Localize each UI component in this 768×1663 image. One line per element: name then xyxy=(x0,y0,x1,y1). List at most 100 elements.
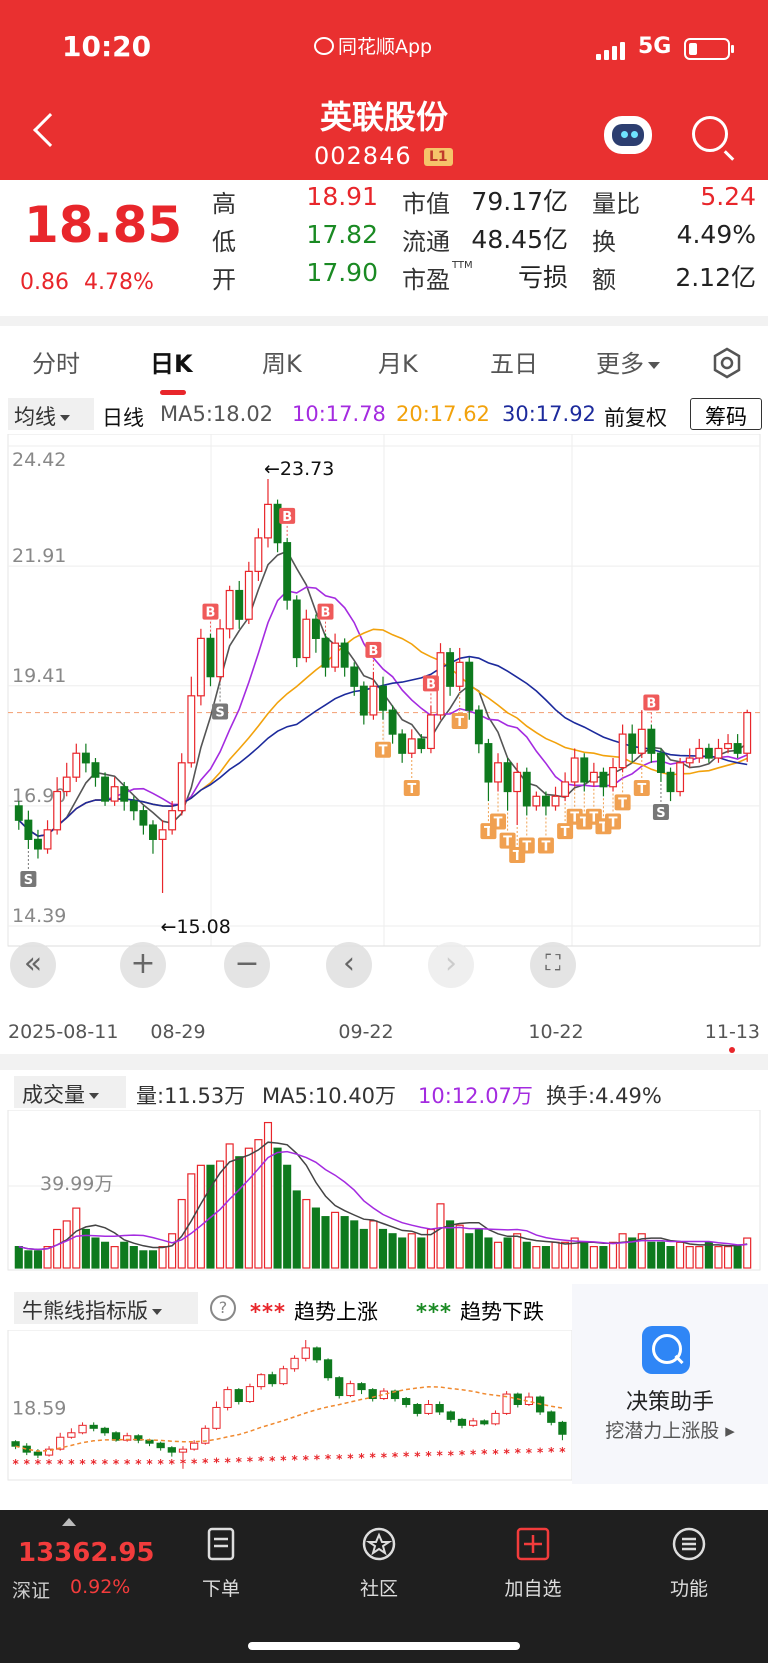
bull-bear-selector[interactable]: 牛熊线指标版 xyxy=(14,1292,198,1324)
bull-candle xyxy=(535,1395,545,1415)
signal-label: T xyxy=(379,744,388,759)
volume-y-tick: 39.99万 xyxy=(40,1173,113,1195)
volume-bar xyxy=(244,1147,253,1269)
volume-selector[interactable]: 成交量 xyxy=(14,1076,126,1108)
candle-body xyxy=(206,637,215,678)
candle xyxy=(474,705,483,754)
bull-candle xyxy=(134,1434,143,1444)
signal-label: T xyxy=(637,782,646,797)
trend-up-dot: * xyxy=(35,1457,42,1471)
candle xyxy=(340,638,349,677)
candlestick-chart[interactable]: 24.4221.9119.4116.9014.39SBSBBBTTBTTTTTT… xyxy=(0,434,768,1070)
zoom-out-icon[interactable]: − xyxy=(224,942,270,988)
trend-up-dot: * xyxy=(392,1450,399,1464)
tab-five-day[interactable]: 五日 xyxy=(490,344,538,379)
candle xyxy=(455,647,464,692)
amount-label: 额 xyxy=(592,266,616,294)
volume-bar xyxy=(292,1190,301,1269)
index-value[interactable]: 13362.95 xyxy=(18,1538,155,1568)
float-label: 流通 xyxy=(402,228,450,256)
candle xyxy=(589,762,598,787)
candle-body xyxy=(177,762,186,812)
bull-bear-chart[interactable]: 18.59 * * * * * * * * * * * * * * * * * * * * * * * * * * * * * * * * * * *… xyxy=(0,1330,572,1484)
hexagon-settings-icon[interactable] xyxy=(710,346,744,380)
fullscreen-icon[interactable]: ⛶ xyxy=(530,942,576,988)
decision-helper-card[interactable]: 决策助手 挖潜力上涨股 ▸ xyxy=(572,1284,768,1484)
nav-order[interactable]: 下单 xyxy=(176,1526,266,1601)
help-icon[interactable]: ? xyxy=(210,1295,236,1321)
bull-candle xyxy=(256,1373,266,1390)
nav-order-label: 下单 xyxy=(201,1578,240,1600)
candle-body xyxy=(599,771,608,788)
tab-daily-k[interactable]: 日K xyxy=(150,344,193,379)
bull-candle xyxy=(156,1441,165,1451)
tab-monthly-k[interactable]: 月K xyxy=(378,344,418,379)
x-tick-label: 08-29 xyxy=(150,1021,205,1043)
nav-add-watchlist[interactable]: 加自选 xyxy=(488,1526,578,1601)
candle-body xyxy=(369,685,378,716)
bull-candle xyxy=(167,1446,176,1457)
ai-assistant-robot-icon[interactable] xyxy=(604,116,652,154)
volume-bar xyxy=(685,1246,694,1269)
bull-candle xyxy=(435,1401,444,1415)
trend-up-dot: * xyxy=(158,1457,165,1471)
price-change-pct: 4.78% xyxy=(84,270,154,295)
candle-body xyxy=(168,810,177,831)
search-icon[interactable] xyxy=(692,116,728,152)
volume-bar xyxy=(196,1164,205,1269)
nav-functions[interactable]: 功能 xyxy=(644,1526,734,1601)
signal-icon xyxy=(596,40,625,60)
indicator-selector[interactable]: 均线 xyxy=(8,398,94,430)
expand-up-icon[interactable] xyxy=(62,1518,76,1526)
bull-candle-body xyxy=(290,1357,299,1370)
volume-bar xyxy=(580,1241,589,1269)
scroll-left-icon[interactable]: ‹ xyxy=(326,942,372,988)
candle xyxy=(494,753,502,792)
candle xyxy=(695,738,704,763)
candle xyxy=(637,710,646,759)
bull-candle-body xyxy=(469,1420,478,1426)
mcap-label: 市值 xyxy=(402,190,450,218)
indicator-selector-label: 均线 xyxy=(14,405,56,429)
volume-bar xyxy=(656,1241,665,1269)
volume-bar xyxy=(493,1241,503,1269)
today-marker xyxy=(729,1047,735,1053)
candle-body xyxy=(676,762,685,793)
volume-bar xyxy=(350,1220,359,1269)
bull-candle-body xyxy=(346,1383,355,1397)
volume-bar xyxy=(465,1233,474,1269)
bull-candle xyxy=(123,1432,132,1442)
adjust-mode[interactable]: 前复权 xyxy=(604,402,667,432)
volume-ma10: 10:12.07万 xyxy=(418,1084,533,1108)
candle xyxy=(446,647,455,696)
tab-more[interactable]: 更多 xyxy=(596,344,660,379)
chevron-down-icon xyxy=(648,361,660,369)
volume-chart[interactable]: 39.99万 xyxy=(0,1110,768,1274)
scroll-right-icon[interactable]: › xyxy=(428,942,474,988)
bull-candle xyxy=(335,1376,344,1399)
volume-bar xyxy=(618,1233,627,1269)
app-logo-icon xyxy=(314,36,334,55)
candle xyxy=(676,758,685,797)
signal-label: B xyxy=(206,606,216,621)
candle-body xyxy=(522,771,531,807)
collapse-left-icon[interactable]: « xyxy=(10,942,56,988)
volume-bar xyxy=(33,1250,43,1269)
candle-body xyxy=(72,752,81,778)
period-tabs: 分时 日K 周K 月K 五日 更多 xyxy=(0,326,768,396)
red-dots-icon: *** xyxy=(250,1300,286,1324)
candle-body xyxy=(637,728,646,754)
zoom-in-icon[interactable]: + xyxy=(120,942,166,988)
volume-bar xyxy=(120,1241,129,1269)
tab-weekly-k[interactable]: 周K xyxy=(262,344,302,379)
candle-body xyxy=(503,762,512,793)
y-tick-label: 24.42 xyxy=(12,449,66,471)
candle xyxy=(264,479,272,548)
volume-bar xyxy=(24,1250,33,1269)
add-watchlist-icon xyxy=(516,1527,550,1561)
bull-candle xyxy=(524,1392,534,1406)
chevron-right-icon: ▸ xyxy=(725,1420,735,1442)
nav-community[interactable]: 社区 xyxy=(334,1526,424,1601)
tab-intraday[interactable]: 分时 xyxy=(32,344,80,379)
chip-distribution-button[interactable]: 筹码 xyxy=(690,398,762,430)
